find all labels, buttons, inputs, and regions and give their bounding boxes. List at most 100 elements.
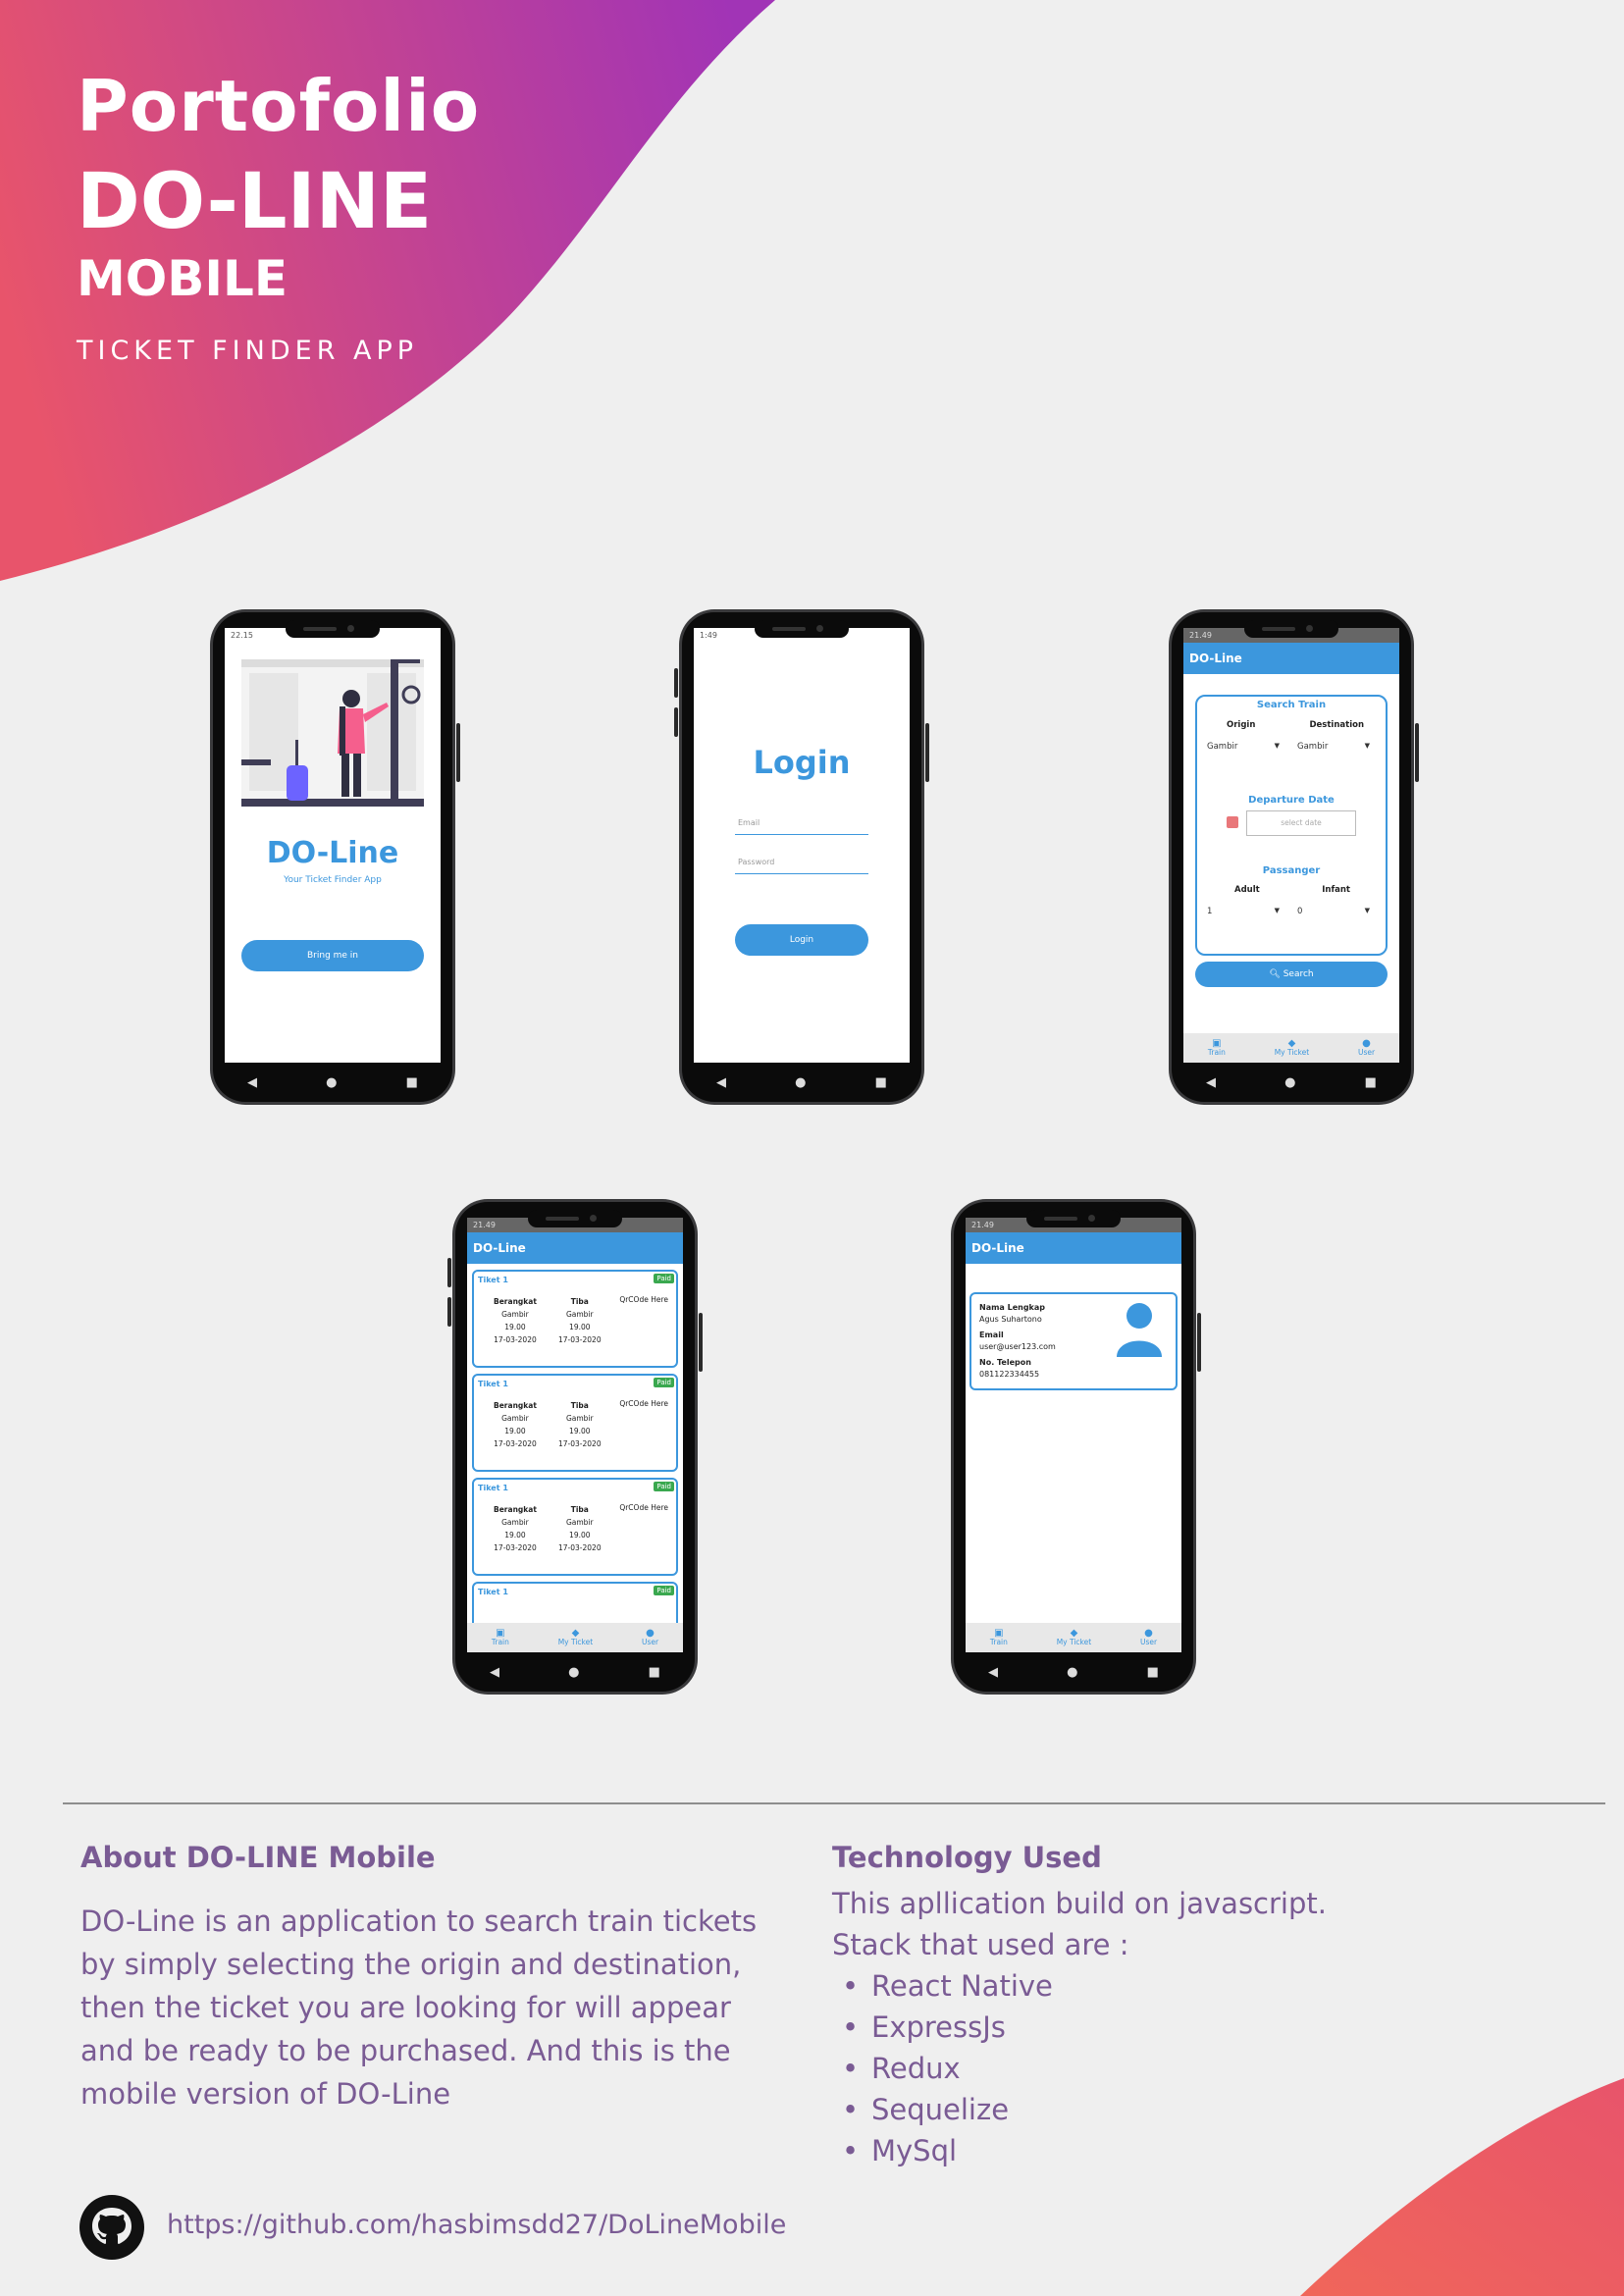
back-icon[interactable]: ◀ xyxy=(988,1665,998,1680)
password-field[interactable]: Password xyxy=(735,852,868,874)
back-icon[interactable]: ◀ xyxy=(247,1075,257,1090)
phone-notch xyxy=(1244,620,1338,638)
about-heading: About DO-LINE Mobile xyxy=(80,1841,436,1874)
app-bar-title: DO-Line xyxy=(966,1232,1181,1264)
arrive-column: Tiba Gambir 19.00 17-03-2020 xyxy=(558,1401,602,1448)
name-value: Agus Suhartono xyxy=(979,1315,1042,1324)
qr-code-placeholder: QrCOde Here xyxy=(619,1503,668,1512)
phone-user-profile: 21.49 DO-Line Nama Lengkap Agus Suharton… xyxy=(951,1199,1201,1695)
list-item: Redux xyxy=(842,2048,1053,2089)
phone-my-tickets: 21.49 DO-Line Tiket 1 Paid Berangkat Gam… xyxy=(447,1199,703,1695)
ticket-card[interactable]: Tiket 1 Paid Berangkat Gambir 19.00 17-0… xyxy=(472,1374,678,1472)
ticket-card[interactable]: Tiket 1 Paid Berangkat Gambir 19.00 17-0… xyxy=(472,1478,678,1576)
technology-line2: Stack that used are : xyxy=(832,1928,1129,1961)
search-form-card: Search Train Origin Destination Gambir ▼… xyxy=(1195,695,1388,956)
hero-title-portofolio: Portofolio xyxy=(77,65,481,147)
user-screen: 21.49 DO-Line Nama Lengkap Agus Suharton… xyxy=(966,1218,1181,1652)
recents-icon[interactable]: ■ xyxy=(875,1075,887,1090)
android-nav-bar: ◀ ● ■ xyxy=(213,1063,452,1102)
hero-title-mobile: MOBILE xyxy=(77,250,288,307)
search-screen: 21.49 DO-Line Search Train Origin Destin… xyxy=(1183,628,1399,1063)
infant-label: Infant xyxy=(1322,885,1350,895)
user-icon: ● xyxy=(646,1628,655,1639)
section-search-train: Search Train xyxy=(1256,700,1327,710)
arrive-column: Tiba Gambir 19.00 17-03-2020 xyxy=(558,1505,602,1552)
infant-select[interactable]: 0 ▼ xyxy=(1297,907,1374,916)
login-title: Login xyxy=(753,744,851,781)
phone-label: No. Telepon xyxy=(979,1358,1031,1367)
phone-notch xyxy=(528,1210,622,1227)
ticket-card[interactable]: Tiket 1 Paid Berangkat Gambir 19.00 17-0… xyxy=(472,1270,678,1368)
tab-train[interactable]: ▣ Train xyxy=(492,1628,509,1647)
login-button[interactable]: Login xyxy=(735,924,868,956)
date-placeholder: select date xyxy=(1281,818,1322,827)
recents-icon[interactable]: ■ xyxy=(406,1075,418,1090)
android-nav-bar: ◀ ● ■ xyxy=(682,1063,921,1102)
email-placeholder: Email xyxy=(738,818,760,827)
tab-user[interactable]: ● User xyxy=(642,1628,658,1647)
ticket-label: Tiket 1 xyxy=(478,1276,508,1284)
password-placeholder: Password xyxy=(738,858,775,866)
phone-notch xyxy=(1026,1210,1121,1227)
app-bar-title: DO-Line xyxy=(467,1232,683,1264)
recents-icon[interactable]: ■ xyxy=(1147,1665,1159,1680)
tab-user[interactable]: ● User xyxy=(1358,1039,1375,1058)
user-icon: ● xyxy=(1144,1628,1153,1639)
phone-login: 1:49 Login Email Password Login ◀ ● ■ xyxy=(674,609,929,1105)
home-icon[interactable]: ● xyxy=(795,1075,806,1090)
chevron-down-icon: ▼ xyxy=(1364,907,1370,914)
qr-code-placeholder: QrCOde Here xyxy=(619,1399,668,1408)
back-icon[interactable]: ◀ xyxy=(1206,1075,1216,1090)
back-icon[interactable]: ◀ xyxy=(716,1075,726,1090)
tab-train[interactable]: ▣ Train xyxy=(990,1629,1008,1647)
recents-icon[interactable]: ■ xyxy=(1365,1075,1377,1090)
ticket-icon: ◆ xyxy=(1287,1038,1296,1049)
tab-my-ticket[interactable]: ◆ My Ticket xyxy=(1275,1038,1309,1058)
hero-subtitle: TICKET FINDER APP xyxy=(77,336,419,366)
splash-illustration xyxy=(241,659,424,807)
depart-column: Berangkat Gambir 19.00 17-03-2020 xyxy=(494,1401,537,1448)
app-bar-title: DO-Line xyxy=(1183,643,1399,674)
profile-card: Nama Lengkap Agus Suhartono Email user@u… xyxy=(969,1292,1178,1390)
origin-label: Origin xyxy=(1227,720,1256,730)
phone-search-train: 21.49 DO-Line Search Train Origin Destin… xyxy=(1169,609,1419,1105)
home-icon[interactable]: ● xyxy=(1284,1075,1295,1090)
search-icon: 🔍︎ xyxy=(1269,969,1281,979)
chevron-down-icon: ▼ xyxy=(1364,742,1370,750)
home-icon[interactable]: ● xyxy=(568,1665,579,1680)
splash-screen: 22.15 DO-Line Your Ticket Finder App Bri… xyxy=(225,628,441,1063)
date-input[interactable]: select date xyxy=(1246,810,1356,836)
github-link[interactable]: https://github.com/hasbimsdd27/DoLineMob… xyxy=(167,2210,786,2240)
home-icon[interactable]: ● xyxy=(1067,1665,1077,1680)
origin-select[interactable]: Gambir ▼ xyxy=(1207,742,1283,752)
list-item: Sequelize xyxy=(842,2089,1053,2130)
tab-train[interactable]: ▣ Train xyxy=(1208,1039,1226,1058)
search-button[interactable]: 🔍︎ Search xyxy=(1195,962,1388,987)
tab-my-ticket[interactable]: ◆ My Ticket xyxy=(1057,1629,1091,1647)
github-icon[interactable] xyxy=(79,2194,145,2261)
recents-icon[interactable]: ■ xyxy=(649,1665,660,1680)
adult-select[interactable]: 1 ▼ xyxy=(1207,907,1283,916)
bottom-tab-bar: ▣ Train ◆ My Ticket ● User xyxy=(1183,1033,1399,1063)
train-icon: ▣ xyxy=(496,1628,505,1639)
chevron-down-icon: ▼ xyxy=(1274,907,1280,914)
list-item: MySql xyxy=(842,2130,1053,2171)
adult-value: 1 xyxy=(1207,907,1213,916)
ticket-label: Tiket 1 xyxy=(478,1380,508,1388)
corner-gradient-shape xyxy=(1300,2078,1624,2296)
phone-value: 081122334455 xyxy=(979,1370,1040,1379)
destination-select[interactable]: Gambir ▼ xyxy=(1297,742,1374,752)
back-icon[interactable]: ◀ xyxy=(490,1665,499,1680)
android-nav-bar: ◀ ● ■ xyxy=(1172,1063,1411,1102)
paid-badge: Paid xyxy=(654,1274,674,1283)
technology-stack-list: React Native ExpressJs Redux Sequelize M… xyxy=(842,1965,1053,2171)
home-icon[interactable]: ● xyxy=(326,1075,337,1090)
tab-my-ticket[interactable]: ◆ My Ticket xyxy=(558,1629,593,1647)
search-button-label: Search xyxy=(1283,969,1314,979)
email-field[interactable]: Email xyxy=(735,812,868,835)
paid-badge: Paid xyxy=(654,1482,674,1491)
tab-user[interactable]: ● User xyxy=(1140,1628,1157,1647)
bring-me-in-button[interactable]: Bring me in xyxy=(241,940,424,971)
email-value: user@user123.com xyxy=(979,1342,1056,1351)
paid-badge: Paid xyxy=(654,1586,674,1595)
